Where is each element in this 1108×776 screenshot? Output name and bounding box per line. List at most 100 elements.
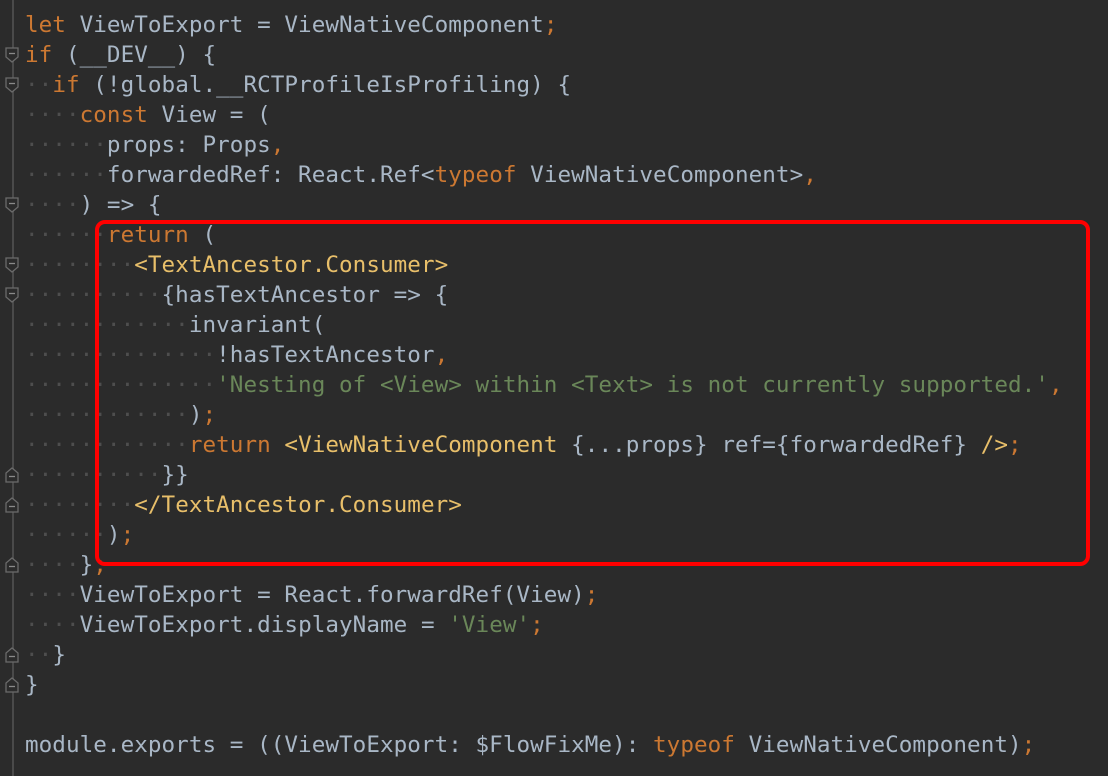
indent-whitespace-markers: ······ bbox=[25, 132, 107, 158]
fold-end-icon[interactable] bbox=[5, 647, 19, 663]
code-line[interactable]: ····ViewToExport = React.forwardRef(View… bbox=[25, 580, 1063, 610]
code-line[interactable]: ····ViewToExport.displayName = 'View'; bbox=[25, 610, 1063, 640]
code-token: ; bbox=[1008, 432, 1022, 458]
code-token: ViewToExport = ViewNativeComponent bbox=[65, 12, 544, 38]
fold-collapse-icon[interactable] bbox=[5, 287, 19, 303]
code-line[interactable]: if (__DEV__) { bbox=[5, 40, 1063, 70]
fold-end-icon[interactable] bbox=[5, 677, 19, 693]
fold-end-icon[interactable] bbox=[5, 467, 19, 483]
indent-whitespace-markers: ········ bbox=[25, 492, 135, 518]
code-line[interactable]: ········</TextAncestor.Consumer> bbox=[5, 490, 1063, 520]
code-token: ViewNativeComponent> bbox=[516, 162, 804, 188]
code-line[interactable]: ····}; bbox=[5, 550, 1063, 580]
code-token: <ViewNativeComponent bbox=[284, 432, 558, 458]
code-token: } bbox=[52, 642, 66, 668]
indent-whitespace-markers: ············ bbox=[25, 402, 189, 428]
code-token: <TextAncestor.Consumer> bbox=[134, 252, 449, 278]
code-token: props: Props bbox=[106, 132, 271, 158]
code-token: typeof bbox=[653, 732, 735, 758]
indent-whitespace-markers: ·········· bbox=[25, 462, 162, 488]
code-line[interactable]: ··········}} bbox=[5, 460, 1063, 490]
code-token: (__DEV__) { bbox=[52, 42, 217, 68]
code-token: {...props} ref={forwardedRef} bbox=[557, 432, 981, 458]
code-token: typeof bbox=[434, 162, 517, 188]
code-token: } bbox=[25, 672, 39, 698]
code-token: ; bbox=[543, 12, 558, 38]
code-token: ; bbox=[202, 402, 217, 428]
code-token: forwardedRef: React.Ref< bbox=[106, 162, 435, 188]
indent-whitespace-markers: ···· bbox=[25, 102, 80, 128]
indent-whitespace-markers: ···· bbox=[25, 582, 80, 608]
code-token: ) => { bbox=[79, 192, 162, 218]
code-line[interactable]: ······forwardedRef: React.Ref<typeof Vie… bbox=[25, 160, 1063, 190]
code-line[interactable]: ············); bbox=[25, 400, 1063, 430]
code-line[interactable]: ······props: Props, bbox=[25, 130, 1063, 160]
code-token: ) bbox=[106, 522, 121, 548]
code-token: , bbox=[1048, 372, 1063, 398]
code-line[interactable]: ············return <ViewNativeComponent … bbox=[25, 430, 1063, 460]
code-token: , bbox=[434, 342, 449, 368]
code-token: module.exports = ((ViewToExport: $FlowFi… bbox=[25, 732, 654, 758]
code-line[interactable]: ··············'Nesting of <View> within … bbox=[25, 370, 1063, 400]
code-line[interactable]: ····const View = ( bbox=[25, 100, 1063, 130]
fold-collapse-icon[interactable] bbox=[5, 197, 19, 213]
indent-whitespace-markers: ············ bbox=[25, 312, 189, 338]
indent-whitespace-markers: ······ bbox=[25, 222, 107, 248]
code-token: ViewToExport.displayName = bbox=[79, 612, 449, 638]
code-token: 'Nesting of <View> within <Text> is not … bbox=[216, 372, 1049, 398]
code-token: ( bbox=[188, 222, 217, 248]
code-token: ; bbox=[530, 612, 544, 638]
code-line[interactable]: ········<TextAncestor.Consumer> bbox=[5, 250, 1063, 280]
code-token: ViewToExport = React.forwardRef(View) bbox=[79, 582, 585, 608]
code-token: return bbox=[106, 222, 189, 248]
indent-whitespace-markers: ············ bbox=[25, 432, 189, 458]
indent-whitespace-markers: ·········· bbox=[25, 282, 162, 308]
fold-collapse-icon[interactable] bbox=[5, 77, 19, 93]
indent-whitespace-markers: ······ bbox=[25, 522, 107, 548]
code-line[interactable]: ··} bbox=[5, 640, 1063, 670]
code-line[interactable]: let ViewToExport = ViewNativeComponent; bbox=[25, 10, 1063, 40]
code-line[interactable]: ····) => { bbox=[5, 190, 1063, 220]
fold-collapse-icon[interactable] bbox=[5, 47, 19, 63]
indent-whitespace-markers: ···· bbox=[25, 192, 80, 218]
code-line[interactable]: ··if (!global.__RCTProfileIsProfiling) { bbox=[5, 70, 1063, 100]
indent-whitespace-markers: ···· bbox=[25, 552, 80, 578]
code-token: , bbox=[270, 132, 285, 158]
code-token: (!global.__RCTProfileIsProfiling) { bbox=[79, 72, 572, 98]
code-line[interactable]: ············invariant( bbox=[25, 310, 1063, 340]
code-token: 'View' bbox=[448, 612, 531, 638]
fold-collapse-icon[interactable] bbox=[5, 257, 19, 273]
indent-whitespace-markers: ·············· bbox=[25, 342, 217, 368]
fold-end-icon[interactable] bbox=[5, 497, 19, 513]
code-line[interactable]: ······return ( bbox=[25, 220, 1063, 250]
indent-whitespace-markers: ·· bbox=[25, 642, 53, 668]
code-token: let bbox=[25, 12, 66, 38]
code-editor[interactable]: let ViewToExport = ViewNativeComponent; i… bbox=[5, 10, 1063, 760]
code-token: ; bbox=[584, 582, 599, 608]
code-token: View = ( bbox=[147, 102, 271, 128]
code-token: ; bbox=[120, 522, 135, 548]
indent-whitespace-markers: ·············· bbox=[25, 372, 217, 398]
code-token: if bbox=[52, 72, 80, 98]
code-line[interactable]: ······); bbox=[25, 520, 1063, 550]
indent-whitespace-markers: ···· bbox=[25, 612, 80, 638]
code-line[interactable]: } bbox=[5, 670, 1063, 700]
code-token: invariant( bbox=[188, 312, 326, 338]
code-token: /> bbox=[980, 432, 1009, 458]
code-token: } bbox=[79, 552, 94, 578]
indent-whitespace-markers: ······ bbox=[25, 162, 107, 188]
code-line[interactable]: ··········{hasTextAncestor => { bbox=[5, 280, 1063, 310]
code-line[interactable]: module.exports = ((ViewToExport: $FlowFi… bbox=[25, 730, 1063, 760]
code-token: ViewNativeComponent) bbox=[734, 732, 1022, 758]
code-token: const bbox=[79, 102, 148, 128]
code-token: </TextAncestor.Consumer> bbox=[134, 492, 462, 518]
code-token: if bbox=[25, 42, 53, 68]
fold-end-icon[interactable] bbox=[5, 557, 19, 573]
code-line[interactable] bbox=[25, 700, 1063, 730]
code-token: {hasTextAncestor => { bbox=[161, 282, 449, 308]
code-token: ; bbox=[93, 552, 107, 578]
code-line[interactable]: ··············!hasTextAncestor, bbox=[25, 340, 1063, 370]
code-token: ) bbox=[188, 402, 203, 428]
code-token: , bbox=[803, 162, 817, 188]
